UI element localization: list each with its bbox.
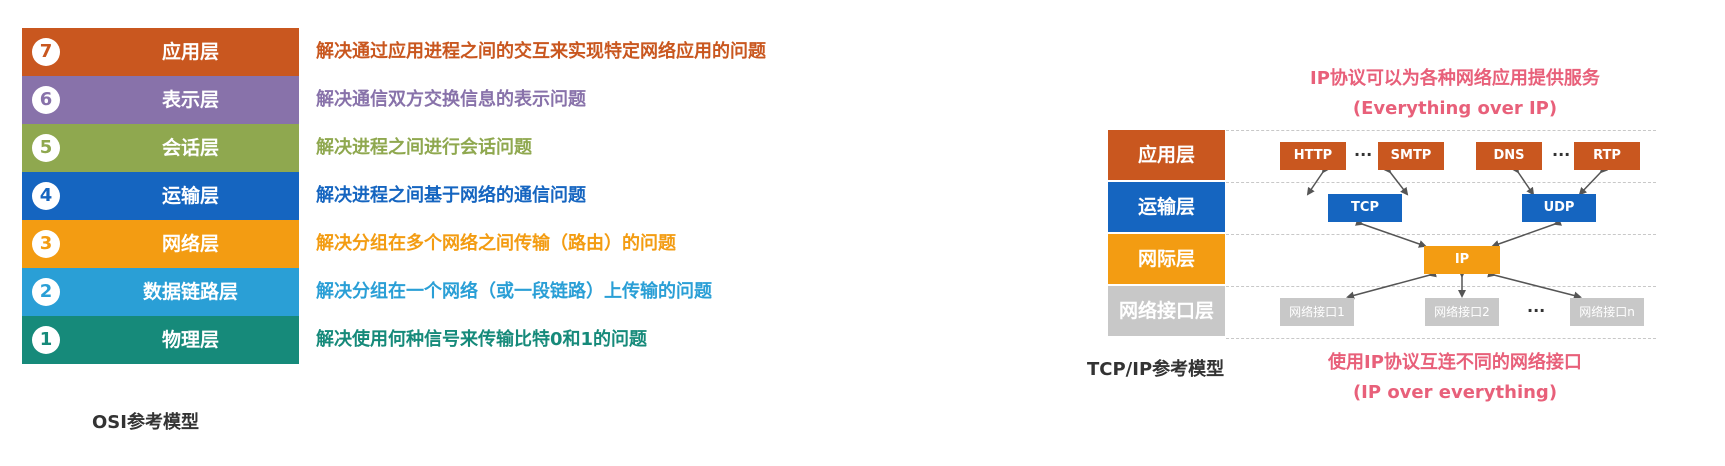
layer-separator [1226, 182, 1656, 184]
osi-layer-4-description: 解决进程之间基于网络的通信问题 [316, 185, 586, 206]
osi-layer-1: 1 物理层 [22, 316, 299, 364]
bottom-note-line1: 使用IP协议互连不同的网络接口 [1328, 352, 1582, 373]
tcpip-layer-application: 应用层 [1108, 130, 1225, 180]
osi-layer-2: 2 数据链路层 [22, 268, 299, 316]
ellipsis: ··· [1552, 145, 1571, 164]
tcpip-layer-internet: 网际层 [1108, 234, 1225, 284]
layer-number-badge: 2 [32, 278, 60, 306]
layer-number-badge: 3 [32, 230, 60, 258]
protocol-ip: IP [1424, 246, 1500, 274]
osi-layer-5-description: 解决进程之间进行会话问题 [316, 137, 532, 158]
osi-layer-2-description: 解决分组在一个网络（或一段链路）上传输的问题 [316, 281, 712, 302]
network-interface-n: 网络接口n [1570, 298, 1644, 326]
osi-layer-5: 5 会话层 [22, 124, 299, 172]
osi-layer-6: 6 表示层 [22, 76, 299, 124]
layer-number-badge: 4 [32, 182, 60, 210]
network-interface-2: 网络接口2 [1425, 298, 1499, 326]
osi-layer-6-description: 解决通信双方交换信息的表示问题 [316, 89, 586, 110]
layer-name: 运输层 [161, 185, 219, 207]
layer-number-badge: 5 [32, 134, 60, 162]
osi-layer-7-description: 解决通过应用进程之间的交互来实现特定网络应用的问题 [316, 41, 766, 62]
layer-name: 应用层 [161, 41, 219, 63]
tcpip-layer-network-interface: 网络接口层 [1108, 286, 1225, 336]
layer-number-badge: 6 [32, 86, 60, 114]
layer-name: 表示层 [161, 89, 219, 111]
protocol-http: HTTP [1280, 142, 1346, 170]
top-note: IP协议可以为各种网络应用提供服务 (Everything over IP) [1230, 64, 1680, 124]
layer-name: 网络层 [161, 233, 219, 255]
osi-layer-3-description: 解决分组在多个网络之间传输（路由）的问题 [316, 233, 676, 254]
layer-separator [1226, 234, 1656, 236]
bottom-note-line2: (IP over everything) [1352, 382, 1558, 403]
top-note-line2: (Everything over IP) [1352, 98, 1558, 119]
osi-model-caption: OSI参考模型 [92, 412, 199, 433]
layer-name: 数据链路层 [142, 281, 238, 303]
osi-layer-3: 3 网络层 [22, 220, 299, 268]
protocol-udp: UDP [1522, 194, 1596, 222]
layer-number-badge: 7 [32, 38, 60, 66]
top-note-line1: IP协议可以为各种网络应用提供服务 [1310, 68, 1600, 89]
layer-name: 会话层 [161, 137, 219, 159]
tcpip-layer-transport: 运输层 [1108, 182, 1225, 232]
bottom-note: 使用IP协议互连不同的网络接口 (IP over everything) [1230, 348, 1680, 408]
layer-name: 物理层 [161, 329, 219, 351]
protocol-smtp: SMTP [1378, 142, 1444, 170]
osi-layer-7: 7 应用层 [22, 28, 299, 76]
layer-number-badge: 1 [32, 326, 60, 354]
protocol-dns: DNS [1476, 142, 1542, 170]
osi-layer-4: 4 运输层 [22, 172, 299, 220]
layer-separator [1226, 286, 1656, 288]
layer-separator [1226, 130, 1656, 132]
protocol-rtp: RTP [1574, 142, 1640, 170]
network-interface-1: 网络接口1 [1280, 298, 1354, 326]
ellipsis: ··· [1354, 145, 1373, 164]
layer-separator [1226, 338, 1656, 340]
protocol-tcp: TCP [1328, 194, 1402, 222]
ellipsis: ··· [1527, 301, 1546, 320]
osi-layer-1-description: 解决使用何种信号来传输比特0和1的问题 [316, 329, 648, 350]
